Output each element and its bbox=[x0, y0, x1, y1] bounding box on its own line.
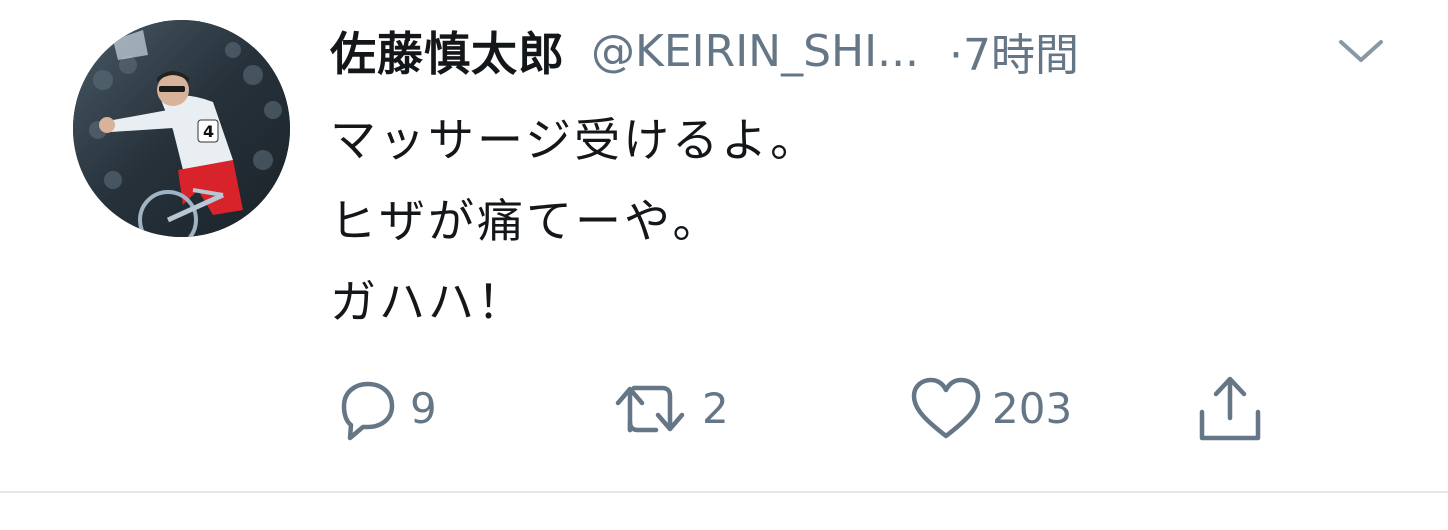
svg-text:4: 4 bbox=[203, 122, 214, 141]
reply-button[interactable]: 9 bbox=[330, 372, 437, 444]
reply-count: 9 bbox=[410, 383, 437, 433]
share-icon bbox=[1199, 376, 1261, 441]
avatar-photo: 4 bbox=[73, 20, 290, 237]
chevron-down-icon[interactable] bbox=[1335, 34, 1387, 68]
separator-dot: · bbox=[949, 30, 964, 81]
user-handle[interactable]: @KEIRIN_SHI... bbox=[591, 26, 919, 77]
tweet-text-line: ガハハ！ bbox=[330, 275, 526, 329]
tweet-text: マッサージ受けるよ。 ヒザが痛てーや。 ガハハ！ bbox=[330, 100, 819, 343]
heart-icon bbox=[911, 377, 981, 439]
like-count: 203 bbox=[992, 383, 1073, 433]
tweet[interactable]: 4 佐藤慎太郎 @KEIRIN_SHI... ·7時間 マッサージ受けるよ。 ヒ… bbox=[0, 0, 1448, 492]
reply-icon bbox=[341, 381, 395, 441]
timestamp[interactable]: ·7時間 bbox=[949, 19, 1079, 83]
tweet-text-line: ヒザが痛てーや。 bbox=[330, 194, 722, 248]
display-name[interactable]: 佐藤慎太郎 bbox=[330, 18, 565, 84]
tweet-header: 佐藤慎太郎 @KEIRIN_SHI... ·7時間 bbox=[330, 18, 1079, 84]
like-button[interactable]: 203 bbox=[908, 372, 1072, 444]
avatar[interactable]: 4 bbox=[73, 20, 290, 237]
share-button[interactable] bbox=[1190, 372, 1270, 444]
time-label: 7時間 bbox=[963, 30, 1080, 81]
retweet-icon bbox=[615, 385, 685, 433]
tweet-divider bbox=[0, 491, 1448, 493]
tweet-text-line: マッサージ受けるよ。 bbox=[330, 113, 820, 167]
tweet-actions: 9 2 203 bbox=[330, 372, 1290, 444]
retweet-button[interactable]: 2 bbox=[610, 372, 729, 444]
retweet-count: 2 bbox=[702, 383, 729, 433]
